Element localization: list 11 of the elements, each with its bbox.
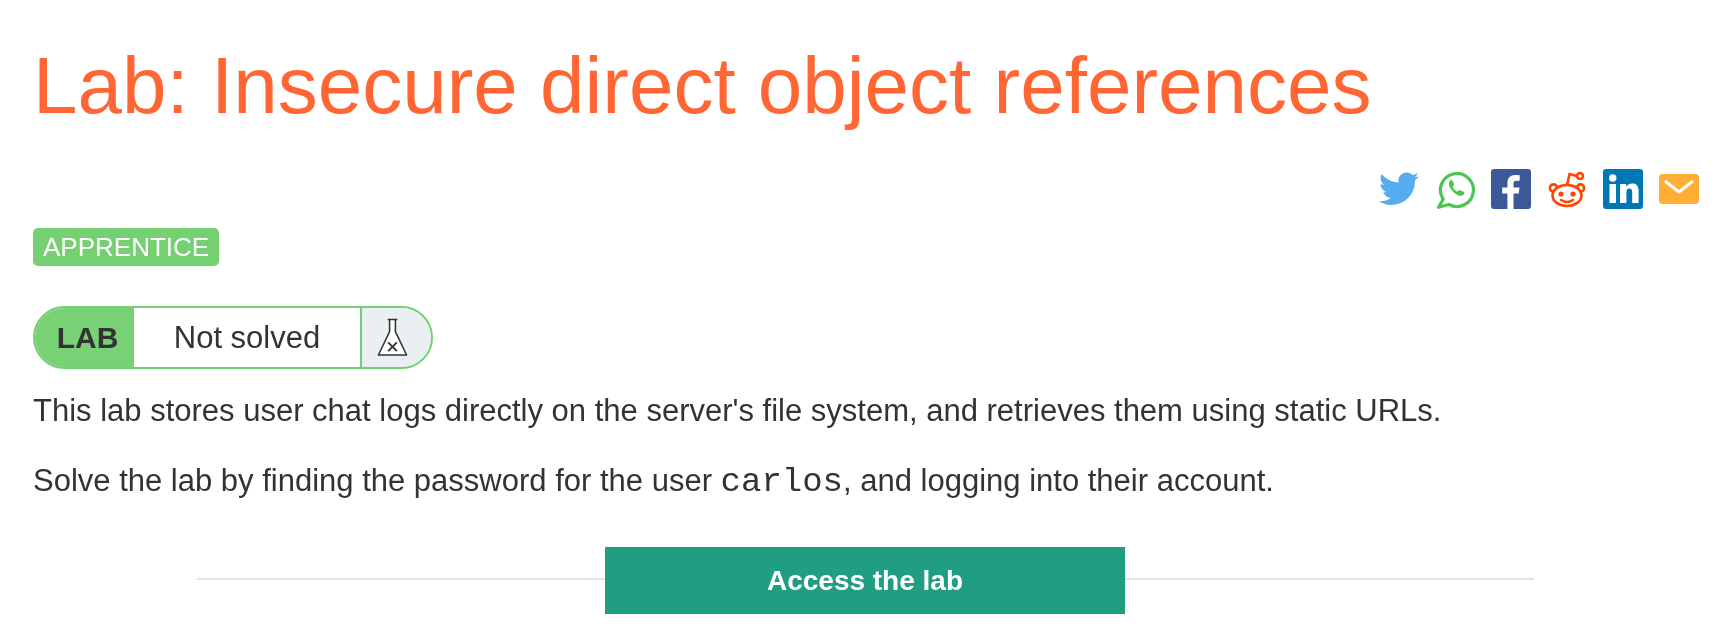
- in-logo-icon[interactable]: [1603, 169, 1643, 209]
- lab-label: LAB: [35, 308, 134, 367]
- access-lab-button[interactable]: Access the lab: [605, 547, 1125, 614]
- phone-bubble-icon[interactable]: [1435, 169, 1475, 209]
- level-badge: APPRENTICE: [33, 228, 220, 266]
- description-text: Solve the lab by finding the password for the user carlos, and logging into their account.: [33, 463, 1275, 500]
- status-text: Not solved: [172, 318, 322, 357]
- letter-f-icon[interactable]: [1491, 169, 1531, 209]
- alien-face-icon[interactable]: [1547, 169, 1587, 209]
- page-title: Lab: Insecure direct object references: [33, 40, 1373, 132]
- description-text: This lab stores user chat logs directly on the server's file system, and retrieves them using static URLs.: [33, 393, 1443, 429]
